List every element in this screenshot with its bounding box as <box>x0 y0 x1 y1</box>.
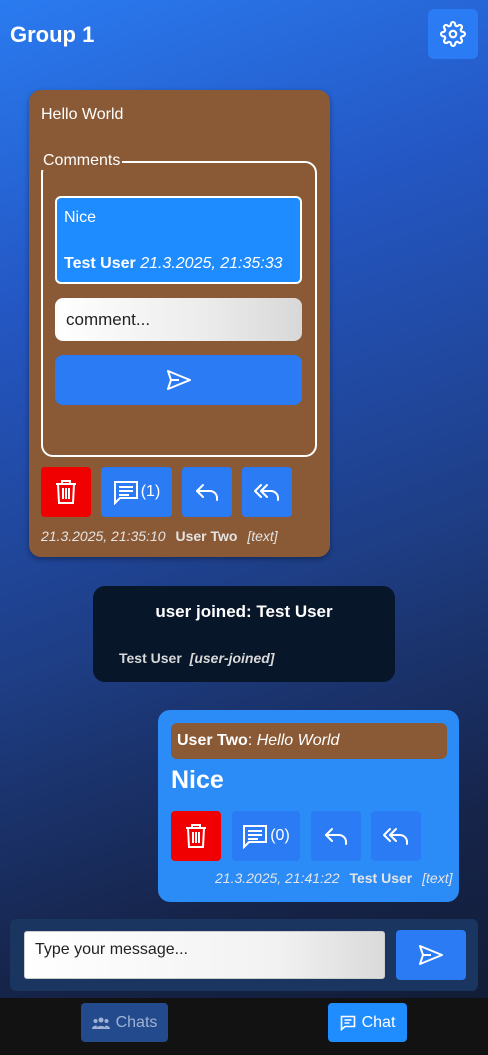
comments-button[interactable]: (1) <box>101 467 172 517</box>
system-message-meta: Test User [user-joined] <box>119 650 274 666</box>
header: Group 1 <box>0 0 488 72</box>
message-meta: 21.3.2025, 21:35:10 User Two [text] <box>41 528 278 544</box>
reply-all-button[interactable] <box>371 811 421 861</box>
message-meta: 21.3.2025, 21:41:22 Test User [text] <box>215 870 452 886</box>
reply-quote-separator: : <box>247 732 257 749</box>
reply-icon <box>325 828 347 845</box>
settings-button[interactable] <box>428 9 478 59</box>
reply-all-button[interactable] <box>242 467 292 517</box>
reply-all-icon <box>383 828 408 845</box>
chat-icon <box>340 1015 355 1031</box>
group-icon <box>91 1017 110 1029</box>
comment-item: Nice Test User 21.3.2025, 21:35:33 <box>55 196 302 284</box>
reply-quote[interactable]: User Two: Hello World <box>171 723 447 759</box>
comment-timestamp: 21.3.2025, 21:35:33 <box>140 255 283 272</box>
send-icon <box>166 370 191 390</box>
reply-icon <box>196 484 218 501</box>
gear-icon <box>440 21 466 47</box>
nav-chat-button[interactable]: Chat <box>328 1003 407 1042</box>
delete-button[interactable] <box>171 811 221 861</box>
nav-chats-label: Chats <box>115 1013 158 1031</box>
comment-user: Test User <box>64 255 136 272</box>
comment-icon <box>113 481 138 505</box>
reply-button[interactable] <box>311 811 361 861</box>
system-message-user: Test User <box>119 650 182 666</box>
bottom-nav: Chats Chat <box>0 998 488 1055</box>
message-text: Nice <box>171 766 224 794</box>
system-message: user joined: Test User Test User [user-j… <box>93 586 395 682</box>
group-title: Group 1 <box>10 22 95 47</box>
comments-legend: Comments <box>41 152 123 170</box>
reply-button[interactable] <box>182 467 232 517</box>
message-user: User Two <box>175 528 238 544</box>
comments-button[interactable]: (0) <box>232 811 300 861</box>
reply-quote-text: Hello World <box>256 732 340 749</box>
system-message-text: user joined: Test User <box>155 602 333 621</box>
comment-count: (1) <box>140 483 161 500</box>
nav-chats-button[interactable]: Chats <box>81 1003 168 1042</box>
message-composer <box>10 919 478 991</box>
comment-meta: Test User 21.3.2025, 21:35:33 <box>64 255 283 273</box>
message-timestamp: 21.3.2025, 21:41:22 <box>215 870 340 886</box>
system-message-type: [user-joined] <box>189 650 275 666</box>
comment-count: (0) <box>270 827 290 844</box>
message-type: [text] <box>247 528 278 544</box>
nav-chat-label: Chat <box>361 1013 396 1031</box>
send-icon <box>419 945 443 965</box>
message-type: [text] <box>422 870 453 886</box>
send-button[interactable] <box>396 930 466 980</box>
message-user: Test User <box>349 870 413 886</box>
comment-text: Nice <box>64 209 97 226</box>
message-timestamp: 21.3.2025, 21:35:10 <box>41 528 166 544</box>
message-card: Hello World Comments Nice Test User 21.3… <box>29 90 330 557</box>
trash-icon <box>56 480 76 504</box>
message-text: Hello World <box>41 106 124 123</box>
comment-input[interactable] <box>55 298 302 341</box>
trash-icon <box>186 824 206 848</box>
comment-icon <box>243 825 268 849</box>
comment-send-button[interactable] <box>55 355 302 405</box>
message-input[interactable] <box>24 931 385 979</box>
own-message-card: User Two: Hello World Nice (0) 21.3.2025… <box>158 710 459 902</box>
reply-all-icon <box>254 484 279 501</box>
reply-quote-user: User Two <box>177 732 248 749</box>
delete-button[interactable] <box>41 467 91 517</box>
